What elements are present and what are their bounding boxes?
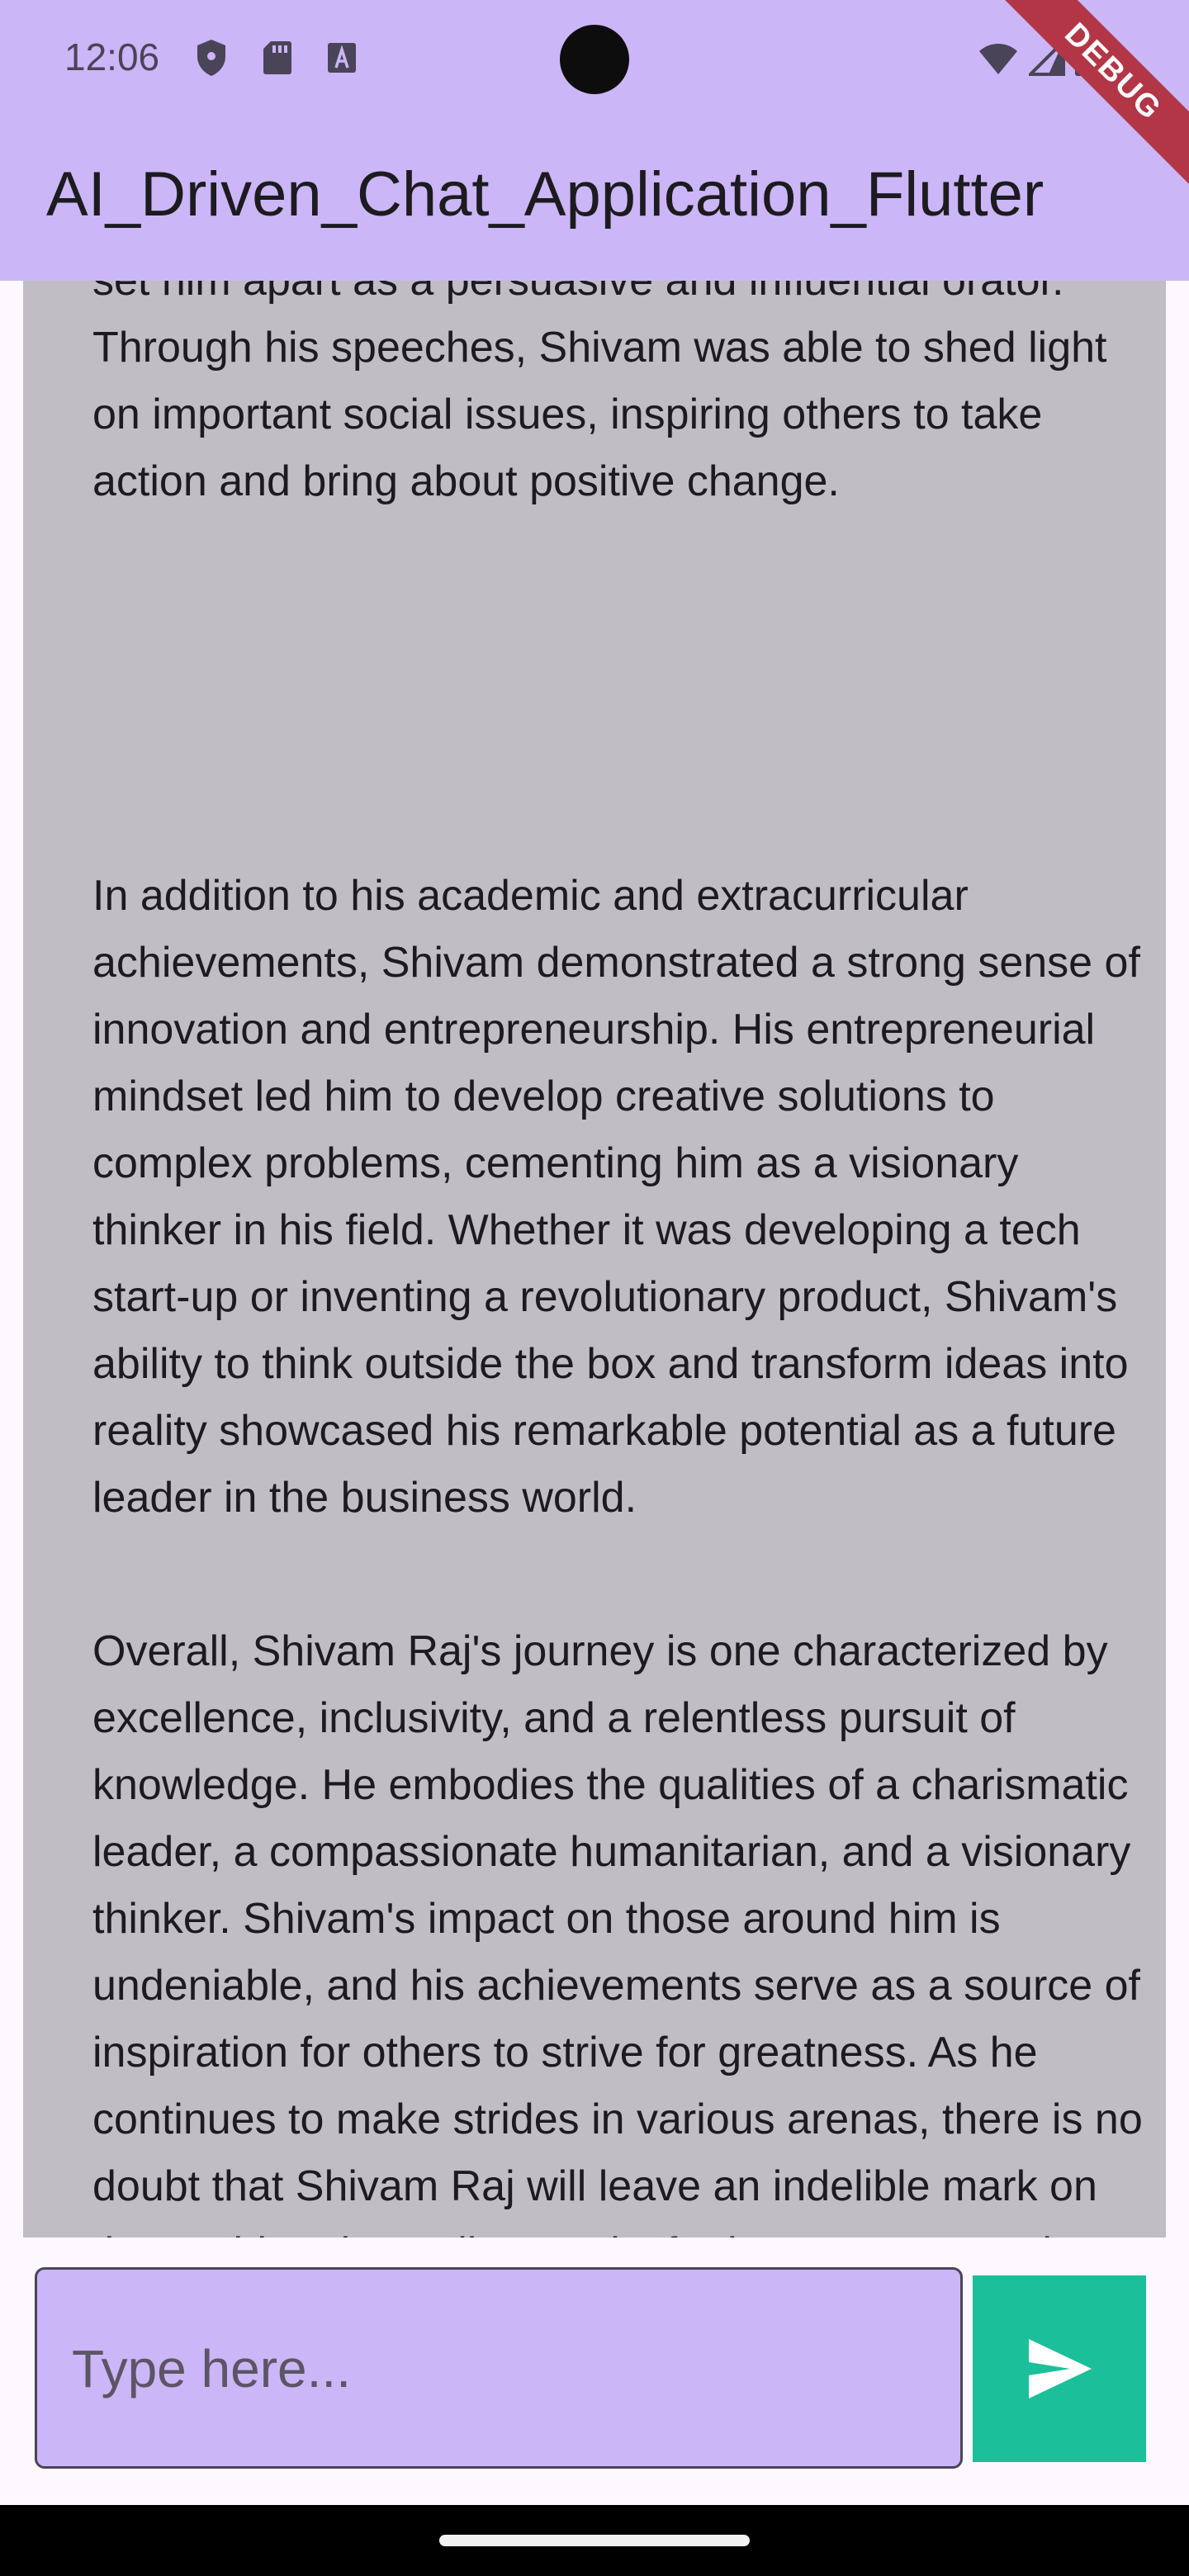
- message-paragraph: In addition to his academic and extracur…: [92, 872, 1140, 1522]
- wifi-icon: [978, 38, 1019, 78]
- system-navigation-bar: [0, 2505, 1189, 2576]
- font-icon: [325, 38, 358, 78]
- status-bar: 12:06: [0, 0, 1189, 116]
- home-gesture-handle[interactable]: [439, 2535, 750, 2546]
- page-title: AI_Driven_Chat_Application_Flutter: [46, 159, 1045, 230]
- sd-card-icon: [261, 38, 294, 78]
- message-paragraph: set him apart as a persuasive and influe…: [92, 281, 1107, 505]
- app-bar: AI_Driven_Chat_Application_Flutter: [0, 116, 1189, 281]
- status-time: 12:06: [64, 36, 160, 78]
- chat-screen: 12:06 DEBUG AI_Driven_Chat_Application_F…: [0, 0, 1189, 2576]
- shield-icon: [195, 38, 228, 78]
- bot-message-bubble: set him apart as a persuasive and influe…: [23, 281, 1166, 2237]
- chat-message-list[interactable]: set him apart as a persuasive and influe…: [0, 281, 1189, 2237]
- message-input-container: [35, 2267, 963, 2469]
- message-input[interactable]: [70, 2270, 932, 2468]
- message-paragraph: Overall, Shivam Raj's journey is one cha…: [92, 1627, 1143, 2237]
- send-icon: [1029, 2339, 1092, 2398]
- send-button[interactable]: [973, 2275, 1146, 2462]
- camera-cutout: [560, 25, 629, 94]
